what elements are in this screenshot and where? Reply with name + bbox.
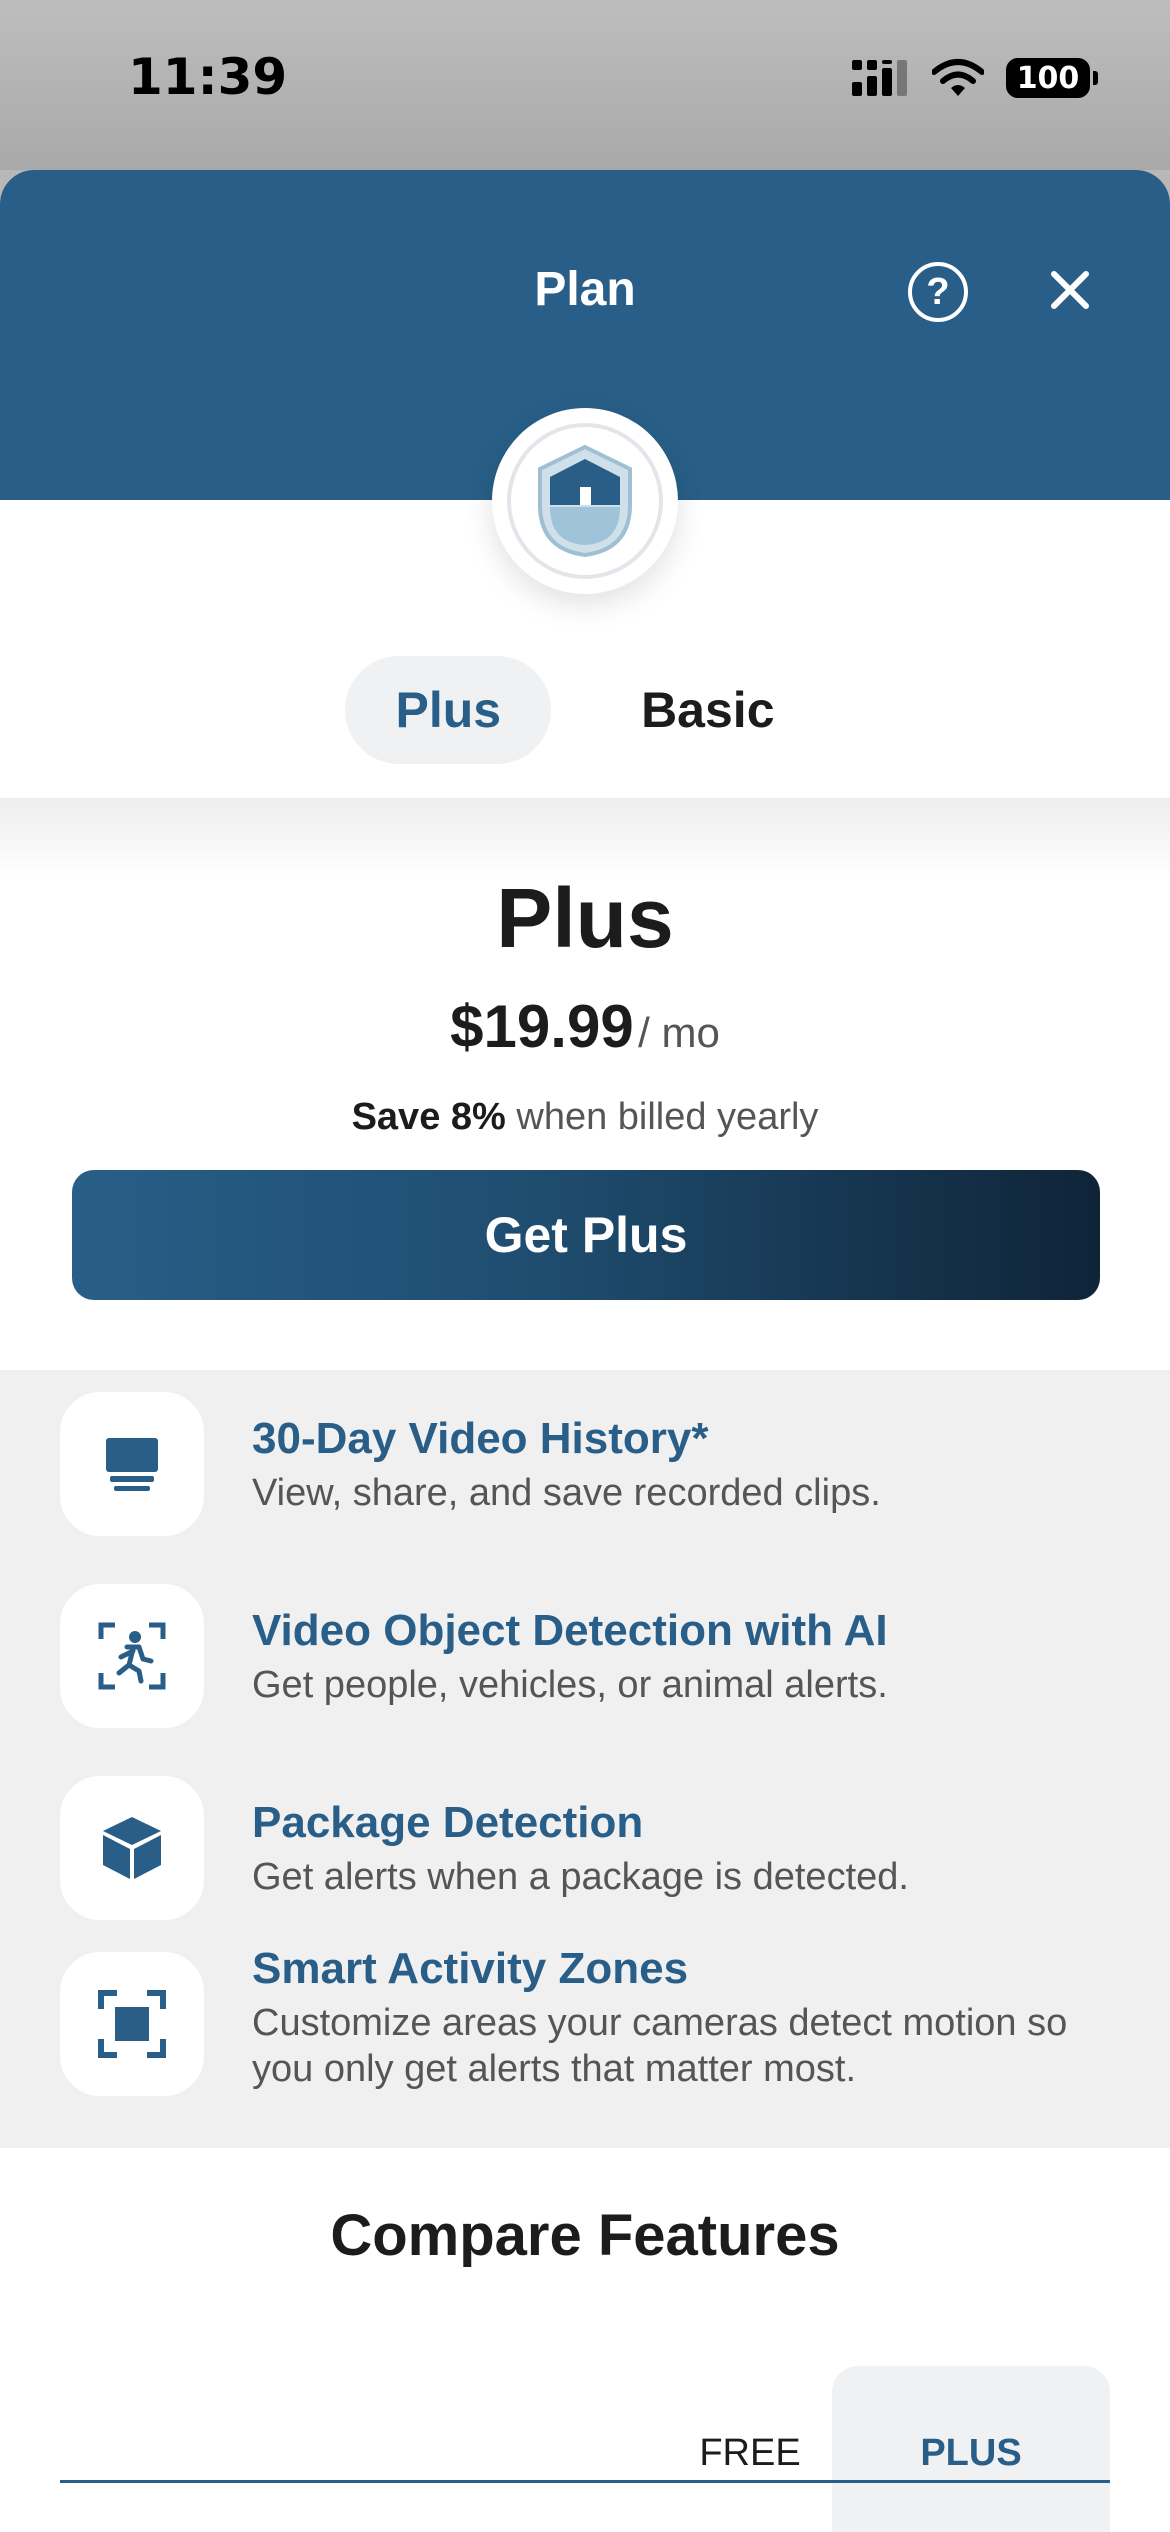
divider	[60, 2480, 1110, 2483]
feature-title: 30-Day Video History*	[252, 1414, 709, 1463]
save-note: Save 8% when billed yearly	[0, 1096, 1170, 1139]
status-time: 11:39	[128, 48, 288, 106]
feature-title: Package Detection	[252, 1798, 644, 1847]
feature-icon-box	[60, 1584, 204, 1728]
tab-plus[interactable]: Plus	[345, 656, 552, 764]
status-bar: 11:39 100	[0, 0, 1170, 170]
save-percent: Save 8%	[351, 1096, 506, 1138]
compare-features-title: Compare Features	[330, 2203, 840, 2268]
tabs-divider-shadow	[0, 798, 1170, 878]
feature-description: View, share, and save recorded clips.	[252, 1472, 881, 1514]
feature-description: Get people, vehicles, or animal alerts.	[252, 1664, 888, 1706]
feature-icon-box	[60, 1776, 204, 1920]
feature-title: Smart Activity Zones	[252, 1944, 689, 1993]
home-shield-icon	[538, 444, 632, 558]
cellular-signal-icon	[852, 60, 907, 96]
plan-price: $19.99	[450, 993, 634, 1060]
feature-title: Video Object Detection with AI	[252, 1606, 888, 1655]
status-icons: 100	[852, 56, 1098, 100]
wifi-icon	[932, 59, 984, 96]
plan-logo	[492, 408, 678, 594]
price-period: / mo	[638, 1009, 720, 1056]
video-history-icon	[106, 1438, 158, 1491]
activity-zone-icon	[98, 1990, 166, 2058]
plan-tabs: Plus Basic	[0, 656, 1170, 764]
column-header-plus: PLUS	[920, 2432, 1022, 2474]
save-rest: when billed yearly	[505, 1096, 819, 1138]
feature-description: Customize areas your cameras detect moti…	[252, 2002, 1068, 2090]
column-header-free: FREE	[699, 2432, 801, 2474]
feature-icon-box	[60, 1952, 204, 2096]
close-icon	[1051, 271, 1089, 309]
plan-name: Plus	[496, 871, 674, 965]
feature-list: 30-Day Video History* View, share, and s…	[0, 1370, 1170, 2148]
price-line: $19.99 / mo	[0, 992, 1170, 1061]
plan-sheet: Plan ? Plus Basic Plus $19.99 / mo Save …	[0, 170, 1170, 2532]
close-button[interactable]	[1046, 266, 1094, 314]
battery-indicator: 100	[1006, 58, 1098, 98]
feature-description: Get alerts when a package is detected.	[252, 1856, 909, 1898]
feature-icon-box	[60, 1392, 204, 1536]
tab-basic[interactable]: Basic	[591, 656, 824, 764]
help-button[interactable]: ?	[908, 262, 968, 322]
package-icon	[103, 1817, 161, 1879]
question-circle-icon: ?	[926, 270, 950, 313]
person-detection-icon	[98, 1622, 166, 1690]
page-title: Plan	[534, 263, 636, 316]
get-plus-button[interactable]: Get Plus	[72, 1170, 1100, 1300]
